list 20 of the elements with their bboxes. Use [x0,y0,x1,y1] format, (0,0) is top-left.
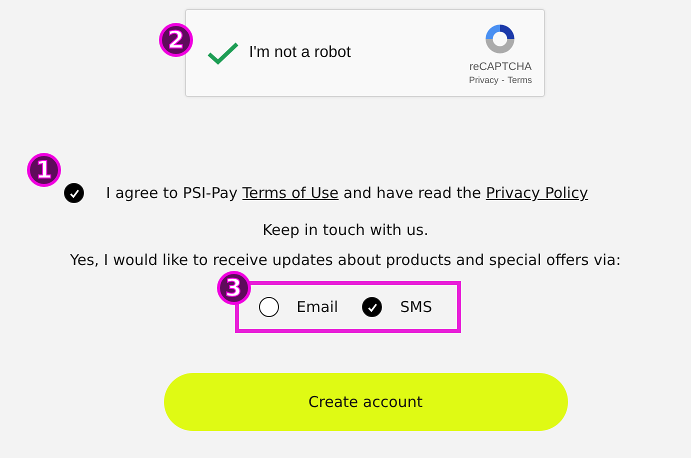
annotation-badge: 2 [159,23,193,57]
terms-link[interactable]: Terms [508,75,532,85]
agree-checkbox[interactable] [64,183,84,203]
separator-text: - [502,75,504,85]
option-checkbox[interactable] [362,297,382,317]
policy-link[interactable]: Terms of Use [242,184,339,202]
updates-prompt: Yes, I would like to receive updates about products and special offers via: [69,251,622,269]
privacy-link[interactable]: Privacy [468,75,498,85]
brand-name: reCAPTCHA [469,61,532,73]
annotation-badge: 1 [27,153,61,187]
keep-in-touch-text: Keep in touch with us. [261,221,430,239]
captcha-label: I'm not a robot [249,44,351,62]
annotation-badge: 3 [216,271,250,305]
checkmark-icon[interactable] [206,41,240,65]
option-checkbox[interactable] [258,297,278,317]
option-label: SMS [400,298,432,316]
agreement-text: I agree to PSI-Pay Terms of Use and have read the Privacy Policy [106,184,588,202]
policy-link[interactable]: Privacy Policy [486,184,588,202]
create-account-button[interactable]: Create account [164,373,568,431]
option-label: Email [296,298,338,316]
